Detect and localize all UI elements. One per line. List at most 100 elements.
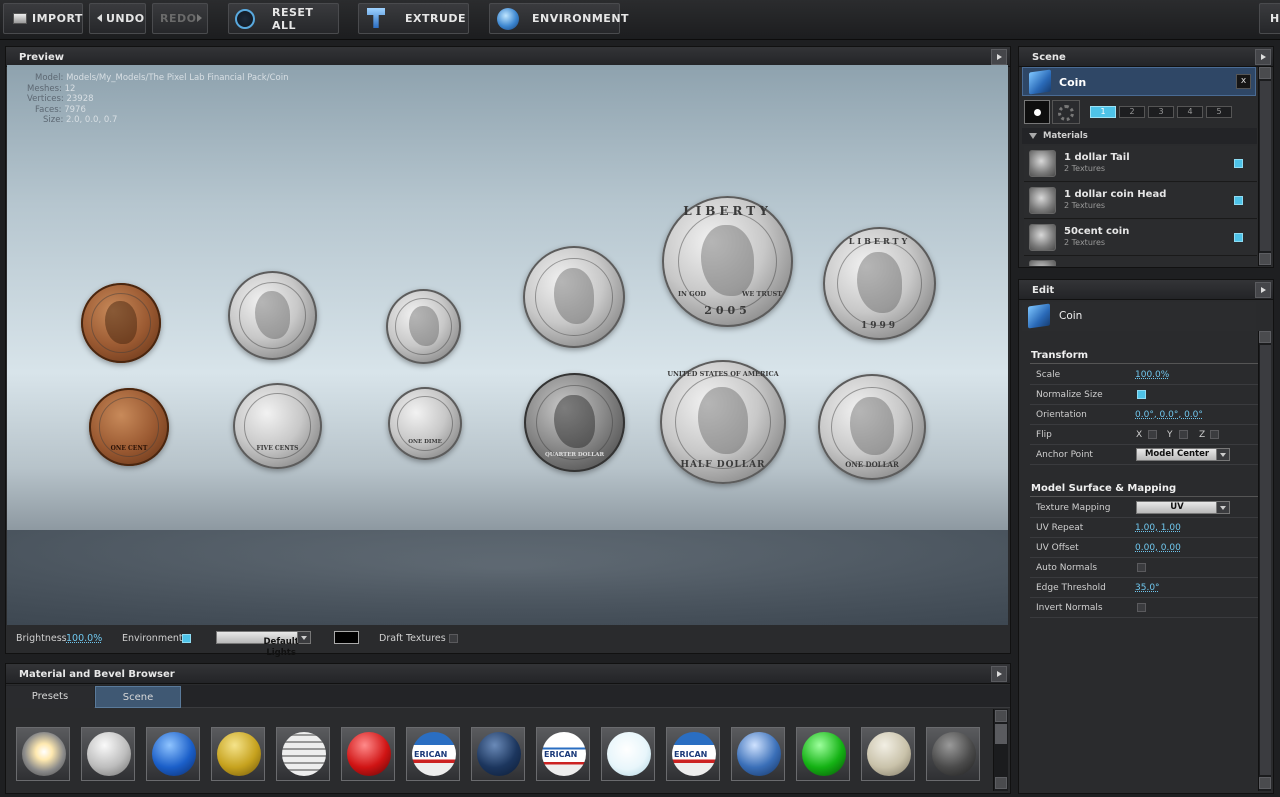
material-swatch[interactable] [16,727,70,781]
scroll-up-button[interactable] [995,710,1007,722]
material-swatch[interactable] [276,727,330,781]
lights-dropdown[interactable]: Default Lights [216,631,311,658]
texture-mapping-dropdown[interactable]: UV [1136,501,1230,514]
extrude-button[interactable]: EXTRUDE [358,3,469,34]
edit-scrollbar[interactable] [1258,331,1271,791]
material-swatch[interactable] [146,727,200,781]
cube-icon [1029,69,1051,95]
penny-tail-coin[interactable]: ONE CENT [89,388,169,466]
chevron-down-icon [1216,502,1229,513]
material-row[interactable]: 50cent coin 2 Textures [1024,220,1257,256]
layer-tab-2[interactable]: 2 [1119,106,1145,118]
background-color-swatch[interactable] [334,631,359,644]
scene-expand-button[interactable] [1255,49,1271,65]
3d-viewport[interactable]: Model: Models/My_Models/The Pixel Lab Fi… [7,65,1008,625]
scroll-thumb[interactable] [1260,81,1271,251]
half-dollar-head-coin[interactable]: LIBERTY IN GOD WE TRUST 2005 [662,196,793,327]
reset-icon [235,9,255,29]
dollar-tail-coin[interactable]: ONE DOLLAR [818,374,926,480]
dollar-head-coin[interactable]: LIBERTY 1999 [823,227,936,340]
brightness-value[interactable]: 100.0% [66,633,102,644]
quarter-head-coin[interactable] [523,246,625,348]
material-swatch[interactable] [796,727,850,781]
import-button[interactable]: IMPORT [3,3,83,34]
layer-tab-4[interactable]: 4 [1177,106,1203,118]
object-mode-button[interactable] [1024,100,1050,124]
material-row[interactable]: 1 dollar Tail 2 Textures [1024,146,1257,182]
layer-tab-1[interactable]: 1 [1090,106,1116,118]
help-button[interactable]: H [1259,3,1280,34]
scene-object-row[interactable]: Coin x [1022,67,1256,96]
anchor-point-dropdown[interactable]: Model Center [1136,448,1230,461]
scene-scrollbar[interactable] [1258,67,1271,266]
undo-arrow-icon [97,14,102,22]
layer-tab-3[interactable]: 3 [1148,106,1174,118]
edit-expand-button[interactable] [1255,282,1271,298]
edit-object-header: Coin [1022,302,1256,331]
invert-normals-checkbox[interactable] [1137,603,1146,612]
scroll-up-button[interactable] [1259,67,1271,79]
preview-expand-button[interactable] [991,49,1007,65]
viewport-fog [7,530,1008,625]
flip-y-checkbox[interactable] [1179,430,1188,439]
layer-tab-5[interactable]: 5 [1206,106,1232,118]
material-swatch[interactable] [731,727,785,781]
scroll-down-button[interactable] [1259,253,1271,265]
scroll-up-button[interactable] [1259,331,1271,343]
close-button[interactable]: x [1236,74,1251,89]
materials-section-header[interactable]: Materials [1022,128,1257,144]
browser-scrollbar[interactable] [993,709,1008,791]
material-visible-checkbox[interactable] [1234,196,1243,205]
material-swatch[interactable] [211,727,265,781]
material-swatch[interactable]: ERICAN [406,727,460,781]
draft-textures-checkbox[interactable] [449,634,458,643]
quarter-tail-coin[interactable]: QUARTER DOLLAR [524,373,625,472]
edge-threshold-value[interactable]: 35.0° [1135,583,1160,593]
normalize-size-row: Normalize Size [1030,385,1258,405]
material-row[interactable]: 1 dollar coin Head 2 Textures [1024,183,1257,219]
dime-head-coin[interactable] [386,289,461,364]
uv-repeat-value[interactable]: 1.00, 1.00 [1135,523,1181,533]
orientation-value[interactable]: 0.0°, 0.0°, 0.0° [1135,410,1203,420]
scroll-thumb[interactable] [1260,345,1271,775]
brightness-label: Brightness [16,633,67,644]
half-dollar-tail-coin[interactable]: UNITED STATES OF AMERICA HALF DOLLAR [660,360,786,484]
anchor-point-row: Anchor Point Model Center [1030,445,1258,465]
flip-x-checkbox[interactable] [1148,430,1157,439]
group-mode-button[interactable] [1052,100,1080,124]
material-swatch[interactable]: ERICAN [536,727,590,781]
nickel-tail-coin[interactable]: FIVE CENTS [233,383,322,469]
reset-all-button[interactable]: RESET ALL [228,3,339,34]
material-visible-checkbox[interactable] [1234,159,1243,168]
browser-expand-button[interactable] [991,666,1007,682]
material-visible-checkbox[interactable] [1234,233,1243,242]
scroll-thumb[interactable] [995,724,1007,744]
nickel-head-coin[interactable] [228,271,317,360]
environment-checkbox[interactable] [182,634,191,643]
material-swatch[interactable] [341,727,395,781]
scroll-down-button[interactable] [1259,777,1271,789]
tab-scene[interactable]: Scene [95,686,181,708]
scroll-down-button[interactable] [995,777,1007,789]
normalize-size-checkbox[interactable] [1137,390,1146,399]
dime-tail-coin[interactable]: ONE DIME [388,387,462,460]
flip-z-checkbox[interactable] [1210,430,1219,439]
auto-normals-checkbox[interactable] [1137,563,1146,572]
scale-value[interactable]: 100.0% [1135,370,1169,380]
penny-head-coin[interactable] [81,283,161,363]
cube-icon [1028,303,1050,329]
material-swatch[interactable] [81,727,135,781]
material-swatch[interactable]: ERICAN [666,727,720,781]
tab-presets[interactable]: Presets [6,686,94,708]
chevron-down-icon [297,632,310,643]
material-swatch[interactable] [861,727,915,781]
redo-button[interactable]: REDO [152,3,208,34]
uv-offset-value[interactable]: 0.00, 0.00 [1135,543,1181,553]
material-swatch[interactable] [926,727,980,781]
collapse-triangle-icon [1029,133,1037,139]
environment-button[interactable]: ENVIRONMENT [489,3,629,34]
material-swatch[interactable] [601,727,655,781]
material-thumbnail [1029,187,1056,214]
material-swatch[interactable] [471,727,525,781]
undo-button[interactable]: UNDO [89,3,146,34]
